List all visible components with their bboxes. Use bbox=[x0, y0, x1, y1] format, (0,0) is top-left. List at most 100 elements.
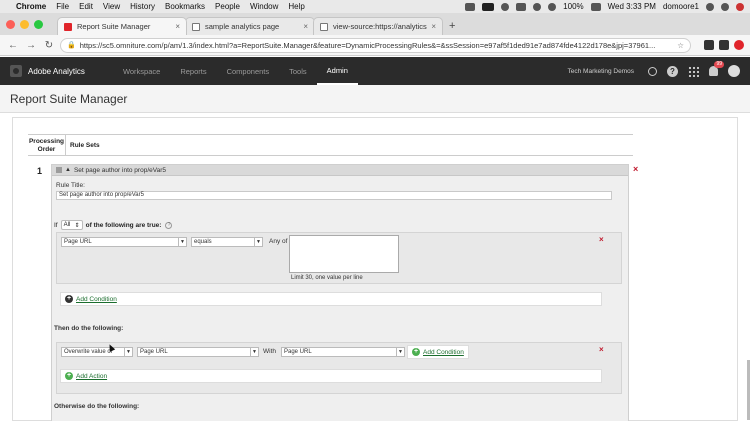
new-tab-button[interactable]: + bbox=[441, 17, 463, 35]
col-header-line2: Order bbox=[37, 146, 56, 153]
menu-help[interactable]: Help bbox=[288, 2, 304, 11]
plus-icon: + bbox=[65, 295, 73, 303]
header-actions: Tech Marketing Demos ? 99 bbox=[568, 61, 740, 77]
delete-condition-icon[interactable]: × bbox=[599, 235, 604, 244]
action-add-condition-button[interactable]: + Add Condition bbox=[407, 345, 469, 359]
condition-values-textarea[interactable] bbox=[289, 235, 399, 273]
notifications-bell-icon[interactable]: 99 bbox=[709, 61, 724, 76]
action-add-condition-link[interactable]: Add Condition bbox=[423, 349, 464, 356]
tab-report-suite-manager[interactable]: Report Suite Manager × bbox=[57, 17, 187, 35]
forward-arrow-icon[interactable]: → bbox=[24, 40, 38, 51]
condition-box: Page URL ▼ equals ▼ Any of Limit 30, one… bbox=[56, 232, 622, 284]
action-box: Overwrite value of ▼ Page URL ▼ With Pag… bbox=[56, 342, 622, 394]
menu-window[interactable]: Window bbox=[250, 2, 278, 11]
zoom-window-button[interactable] bbox=[34, 19, 43, 29]
user-avatar[interactable] bbox=[728, 65, 740, 77]
otherwise-label: Otherwise do the following: bbox=[54, 403, 140, 410]
drag-handle-icon[interactable] bbox=[56, 167, 62, 173]
app-header: Adobe Analytics Workspace Reports Compon… bbox=[0, 57, 750, 85]
stepper-arrows-icon: ⇕ bbox=[74, 222, 80, 229]
plus-icon: + bbox=[65, 372, 73, 380]
search-icon[interactable] bbox=[706, 2, 714, 11]
lock-icon: 🔒 bbox=[67, 42, 76, 49]
close-tab-icon[interactable]: × bbox=[431, 22, 436, 31]
menu-file[interactable]: File bbox=[56, 2, 69, 11]
col-processing-order: Processing Order bbox=[28, 135, 66, 155]
close-tab-icon[interactable]: × bbox=[175, 22, 180, 31]
tab-sample-analytics-page[interactable]: sample analytics page × bbox=[185, 17, 315, 35]
menu-bookmarks[interactable]: Bookmarks bbox=[165, 2, 205, 11]
delete-rule-icon[interactable]: × bbox=[633, 164, 638, 174]
menu-edit[interactable]: Edit bbox=[79, 2, 93, 11]
action-target-select[interactable]: Page URL ▼ bbox=[137, 347, 259, 357]
product-logo[interactable]: Adobe Analytics bbox=[10, 65, 85, 77]
rule-set: ▲ Set page author into prop/eVar5 Rule T… bbox=[51, 164, 629, 421]
menu-view[interactable]: View bbox=[103, 2, 120, 11]
extension-icon[interactable] bbox=[704, 40, 714, 50]
condition-field-select[interactable]: Page URL ▼ bbox=[61, 237, 187, 247]
nav-reports[interactable]: Reports bbox=[170, 57, 216, 85]
condition-operator-select[interactable]: equals ▼ bbox=[191, 237, 263, 247]
tab-view-source[interactable]: view-source:https://analytics. × bbox=[313, 17, 443, 35]
any-of-label: Any of bbox=[269, 238, 288, 245]
window-controls bbox=[6, 13, 43, 35]
close-window-button[interactable] bbox=[6, 19, 15, 29]
if-mode-select[interactable]: All ⇕ bbox=[60, 220, 83, 230]
add-action-bar[interactable]: + Add Action bbox=[60, 369, 602, 383]
wifi-icon[interactable] bbox=[548, 2, 557, 11]
if-suffix: of the following are true: bbox=[85, 221, 162, 229]
status-app-icon[interactable] bbox=[501, 2, 510, 11]
nav-workspace[interactable]: Workspace bbox=[113, 57, 170, 85]
rule-title-label: Rule Title: bbox=[56, 182, 85, 189]
status-app-icon[interactable] bbox=[482, 2, 495, 11]
app-switcher-grid-icon[interactable] bbox=[688, 65, 699, 77]
extension-icon[interactable] bbox=[734, 40, 744, 50]
minimize-window-button[interactable] bbox=[20, 19, 29, 29]
user-name[interactable]: domoore1 bbox=[663, 2, 699, 11]
address-bar[interactable]: 🔒 https://sc5.omniture.com/p/am/1.3/inde… bbox=[60, 37, 691, 53]
menu-history[interactable]: History bbox=[130, 2, 155, 11]
close-tab-icon[interactable]: × bbox=[303, 22, 308, 31]
rules-table-header: Processing Order Rule Sets bbox=[28, 134, 633, 156]
status-app-icon[interactable] bbox=[533, 2, 542, 11]
notification-icon[interactable] bbox=[736, 2, 744, 11]
collapse-caret-icon[interactable]: ▲ bbox=[65, 167, 71, 173]
action-source-select[interactable]: Page URL ▼ bbox=[281, 347, 405, 357]
menu-app-name[interactable]: Chrome bbox=[16, 2, 46, 11]
condition-operator-value: equals bbox=[194, 239, 212, 245]
processing-rules-panel: Processing Order Rule Sets 1 ▲ Set page … bbox=[12, 117, 738, 421]
condition-field-value: Page URL bbox=[64, 239, 92, 245]
add-condition-link[interactable]: Add Condition bbox=[76, 296, 117, 303]
search-icon[interactable] bbox=[648, 66, 657, 76]
extension-icon[interactable] bbox=[719, 40, 729, 50]
col-rule-sets: Rule Sets bbox=[70, 142, 100, 149]
status-app-icon[interactable] bbox=[465, 2, 476, 11]
action-type-value: Overwrite value of bbox=[64, 349, 113, 355]
nav-components[interactable]: Components bbox=[217, 57, 280, 85]
rule-title-input[interactable]: Set page author into prop/eVar5 bbox=[56, 191, 612, 200]
chevron-down-icon: ▼ bbox=[250, 348, 258, 356]
nav-tools[interactable]: Tools bbox=[279, 57, 317, 85]
delete-action-icon[interactable]: × bbox=[599, 345, 604, 354]
battery-icon[interactable] bbox=[590, 2, 601, 11]
siri-icon[interactable] bbox=[721, 2, 729, 11]
status-app-icon[interactable] bbox=[516, 2, 527, 11]
back-arrow-icon[interactable]: ← bbox=[6, 40, 20, 51]
clock[interactable]: Wed 3:33 PM bbox=[608, 2, 656, 11]
reload-icon[interactable]: ↻ bbox=[42, 40, 56, 51]
menu-people[interactable]: People bbox=[215, 2, 240, 11]
bookmark-star-icon[interactable]: ☆ bbox=[677, 41, 684, 50]
chevron-down-icon: ▼ bbox=[124, 348, 132, 356]
tab-label: view-source:https://analytics. bbox=[333, 22, 428, 31]
info-icon[interactable]: ? bbox=[165, 221, 173, 229]
if-label: If bbox=[54, 221, 58, 229]
add-condition-bar[interactable]: + Add Condition bbox=[60, 292, 602, 306]
action-type-select[interactable]: Overwrite value of ▼ bbox=[61, 347, 133, 357]
nav-admin[interactable]: Admin bbox=[316, 57, 358, 85]
rule-header[interactable]: ▲ Set page author into prop/eVar5 bbox=[52, 165, 628, 176]
help-icon[interactable]: ? bbox=[667, 65, 678, 77]
org-switcher[interactable]: Tech Marketing Demos bbox=[568, 68, 634, 75]
add-action-link[interactable]: Add Action bbox=[76, 373, 107, 380]
product-name: Adobe Analytics bbox=[28, 66, 85, 76]
battery-percent: 100% bbox=[563, 2, 584, 11]
